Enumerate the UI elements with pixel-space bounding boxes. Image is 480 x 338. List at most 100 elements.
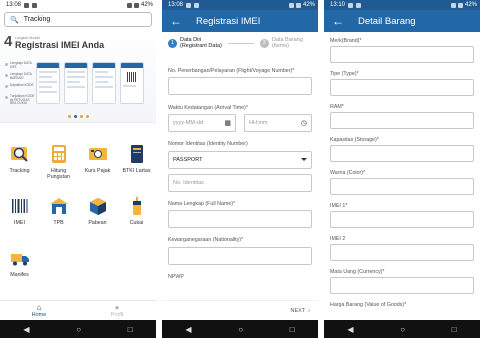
step-1-label[interactable]: Data Diri (Registrant Data): [180, 37, 222, 50]
menu-grid: Tracking Hitung Pungutan Kurs Pajak BTKI…: [0, 142, 156, 290]
battery-level: 42%: [464, 2, 477, 8]
menu-item-tpb[interactable]: TPB: [39, 194, 78, 238]
id-type-select[interactable]: PASSPORT: [168, 150, 312, 169]
footer-bar: NEXT ›: [162, 300, 318, 320]
warehouse-icon: [49, 196, 69, 216]
back-nav-icon[interactable]: ◀: [23, 325, 29, 334]
imei2-field[interactable]: [330, 244, 474, 261]
registrasi-screen: 13:08 42% ← Registrasi IMEI 1 Data Diri(…: [162, 0, 318, 338]
home-nav-icon[interactable]: ○: [76, 325, 81, 334]
back-arrow-icon[interactable]: ←: [170, 15, 186, 27]
ram-label: RAM*: [330, 103, 344, 110]
calculator-icon: [49, 144, 69, 164]
banner-steps: Lengkapi DATA DIRI Lengkapi DATA BARANG …: [5, 61, 35, 106]
banner-step: Tunjukkan KODE ke PETUGAS BEA CUKAI: [5, 94, 35, 106]
back-arrow-icon[interactable]: ←: [332, 15, 348, 27]
battery-icon: [457, 2, 463, 8]
brand-field[interactable]: [330, 46, 474, 63]
brand-label: Merk(Brand)*: [330, 37, 362, 44]
menu-item-pabean[interactable]: Pabean: [78, 194, 117, 238]
status-bar: 13:10 42%: [324, 0, 480, 10]
search-icon: 🔍: [10, 16, 19, 24]
arrival-time-field[interactable]: HH:mm ◷: [244, 114, 312, 133]
notification-icon: [32, 2, 38, 8]
phone-mockup: [120, 62, 144, 104]
id-label: Nomor Identitas (Identity Number): [168, 141, 248, 148]
recents-nav-icon[interactable]: □: [452, 325, 457, 334]
storage-field[interactable]: [330, 145, 474, 162]
barcode-icon: [10, 196, 30, 216]
type-label: Tipe (Type)*: [330, 70, 359, 77]
imei2-label: IMEI 2: [330, 235, 346, 242]
phone-mockup: [92, 62, 116, 104]
tracking-icon: [10, 144, 30, 164]
book-icon: [127, 144, 147, 164]
color-label: Warna (Color)*: [330, 169, 366, 176]
step-connector: [227, 42, 254, 44]
flight-number-field[interactable]: [168, 76, 312, 95]
search-input[interactable]: 🔍 Tracking: [4, 12, 152, 27]
step-2-label[interactable]: Data Barang (Items): [272, 37, 303, 50]
arrival-label: Waktu Kedatangan (Arrival Time)*: [168, 104, 248, 111]
flight-label: No. Penerbangan/Pelayaran (Flight/Voyage…: [168, 68, 295, 74]
calendar-icon[interactable]: ▦: [224, 119, 231, 127]
home-nav-icon[interactable]: ○: [400, 325, 405, 334]
arrival-date-field[interactable]: yyyy-MM-dd ▦: [168, 114, 236, 133]
home-screen: 13:08 42% 🔍 Tracking 4 Langkah Mudah Reg…: [0, 0, 156, 338]
imei1-field[interactable]: [330, 211, 474, 228]
home-nav-icon[interactable]: ○: [238, 325, 243, 334]
notification-icon: [186, 2, 192, 8]
step-1-indicator: 1: [168, 38, 177, 48]
chevron-down-icon: [301, 158, 307, 162]
banner-title: Registrasi IMEI Anda: [15, 40, 105, 50]
clock: 13:08: [6, 2, 22, 8]
carousel-indicator: [0, 115, 156, 118]
system-nav-bar: ◀ ○ □: [324, 320, 480, 338]
system-nav-bar: ◀ ○ □: [162, 320, 318, 338]
status-bar: 13:08 42%: [162, 0, 318, 10]
menu-item-manifes[interactable]: Manifes: [0, 246, 39, 290]
user-icon: ●: [114, 302, 120, 312]
chevron-right-icon[interactable]: ›: [308, 308, 310, 314]
id-number-field[interactable]: No. Identitas: [168, 173, 312, 192]
back-nav-icon[interactable]: ◀: [347, 325, 353, 334]
back-nav-icon[interactable]: ◀: [185, 325, 191, 334]
nav-home[interactable]: ⌂ Home: [0, 301, 78, 320]
promo-banner[interactable]: 4 Langkah Mudah Registrasi IMEI Anda Len…: [0, 30, 156, 123]
menu-item-btki-lartas[interactable]: BTKI Lartas: [117, 142, 156, 186]
menu-item-tracking[interactable]: Tracking: [0, 142, 39, 186]
nationality-field[interactable]: [168, 247, 312, 266]
npwp-label: NPWP: [168, 274, 184, 281]
name-label: Nama Lengkap (Full Name)*: [168, 200, 236, 207]
notification-icon: [24, 2, 30, 8]
color-field[interactable]: [330, 178, 474, 195]
status-bar: 13:08 42%: [0, 0, 156, 10]
recents-nav-icon[interactable]: □: [128, 325, 133, 334]
banner-screenshots: [36, 62, 144, 104]
nav-profil[interactable]: ● Profil: [78, 301, 156, 320]
ram-field[interactable]: [330, 112, 474, 129]
item-form: Merk(Brand)* Tipe (Type)* RAM* Kapasitas…: [330, 36, 474, 310]
clock-icon[interactable]: ◷: [301, 119, 307, 127]
menu-item-imei[interactable]: IMEI: [0, 194, 39, 238]
tobacco-icon: [127, 196, 147, 216]
full-name-field[interactable]: [168, 210, 312, 229]
battery-level: 42%: [302, 2, 315, 8]
page-title: Registrasi IMEI: [196, 15, 261, 27]
battery-icon: [133, 2, 139, 8]
recents-nav-icon[interactable]: □: [290, 325, 295, 334]
menu-item-hitung-pungutan[interactable]: Hitung Pungutan: [39, 142, 78, 186]
type-field[interactable]: [330, 79, 474, 96]
qr-code-icon: [127, 72, 137, 82]
next-button[interactable]: NEXT: [290, 308, 305, 314]
app-bar: ← Detail Barang: [324, 10, 480, 32]
bottom-navigation: ⌂ Home ● Profil: [0, 300, 156, 320]
home-icon: ⌂: [36, 302, 42, 312]
battery-level: 42%: [140, 2, 153, 8]
menu-item-kurs-pajak[interactable]: Kurs Pajak: [78, 142, 117, 186]
currency-label: Mata Uang (Currency)*: [330, 268, 385, 275]
menu-item-cukai[interactable]: Cukai: [117, 194, 156, 238]
stepper: 1 Data Diri (Registrant Data) 2 Data Bara…: [162, 32, 318, 54]
battery-icon: [295, 2, 301, 8]
currency-field[interactable]: [330, 277, 474, 294]
